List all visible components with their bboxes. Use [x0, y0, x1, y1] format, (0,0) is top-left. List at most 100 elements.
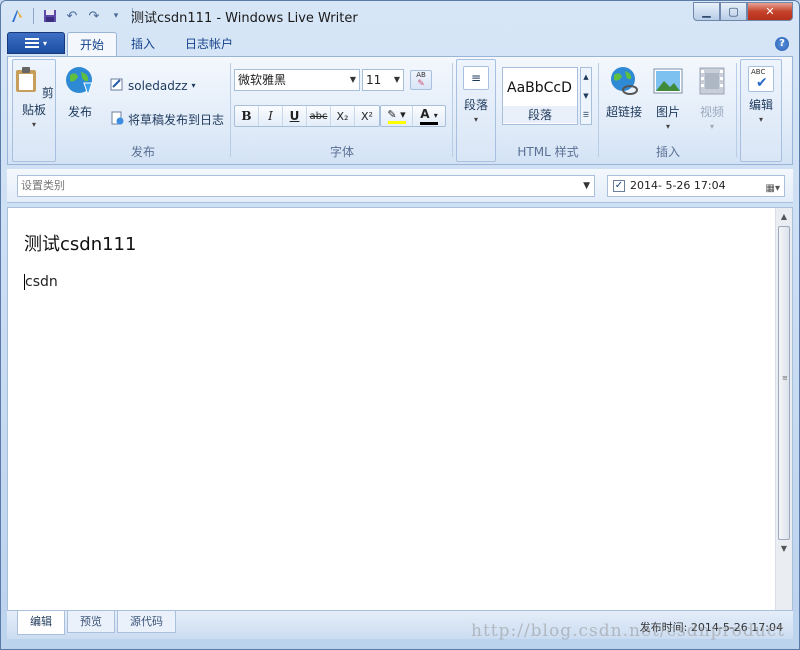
group-insert: 超链接 图片 ▾ 视频 ▾ 插入 [602, 59, 734, 162]
publish-group-label: 发布 [130, 145, 155, 159]
undo-icon[interactable]: ↶ [62, 6, 82, 26]
app-logo-icon [7, 6, 27, 26]
font-group-label: 字体 [329, 145, 354, 159]
post-draft-button[interactable]: 将草稿发布到日志 [110, 111, 224, 128]
clear-formatting-button[interactable]: AB ✎ [410, 70, 432, 90]
hyperlink-label: 超链接 [605, 105, 642, 119]
window-title: 测试csdn111 - Windows Live Writer [131, 11, 358, 26]
subscript-button[interactable]: X₂ [331, 106, 355, 126]
style-name: 段落 [503, 106, 577, 123]
watermark-text: http://blog.csdn.net/csdnproduct [471, 621, 786, 641]
group-clipboard: 剪贴板 ▾ [12, 59, 56, 162]
publish-date-picker[interactable]: ✓ 2014- 5-26 17:04 ▦▾ [607, 175, 785, 197]
title-bar: ↶ ↷ ▾ 测试csdn111 - Windows Live Writer ▁ … [1, 1, 799, 31]
toolbar-separator [33, 8, 34, 24]
chevron-down-icon: ▼ [583, 181, 590, 191]
superscript-button[interactable]: X² [355, 106, 379, 126]
clear-formatting-icon: AB [416, 71, 426, 79]
picture-button[interactable]: 图片 ▾ [648, 65, 688, 131]
redo-icon[interactable]: ↷ [84, 6, 104, 26]
group-publish: 发布 soledadzz ▾ 将草稿发布到日志 发布 [58, 59, 228, 162]
blog-account-dropdown[interactable]: soledadzz ▾ [110, 77, 196, 94]
chevron-down-icon: ▾ [42, 38, 47, 48]
html-styles-group-label: HTML 样式 [517, 145, 579, 159]
customize-toolbar-icon[interactable]: ▾ [106, 6, 126, 26]
video-button[interactable]: 视频 ▾ [692, 65, 732, 131]
highlight-button[interactable]: ✎ ▾ [381, 106, 413, 126]
chevron-down-icon: ▾ [709, 122, 714, 131]
chevron-down-icon: ▼ [393, 75, 400, 84]
publish-date-value: 2014- 5-26 17:04 [630, 179, 726, 192]
tab-insert[interactable]: 插入 [119, 32, 167, 56]
tab-preview-view[interactable]: 预览 [67, 611, 115, 633]
scroll-down-icon[interactable]: ▼ [776, 540, 792, 557]
post-properties-bar: 设置类别 ▼ ✓ 2014- 5-26 17:04 ▦▾ [7, 169, 793, 203]
group-separator [598, 63, 599, 157]
chevron-down-icon: ▾ [758, 115, 763, 124]
editor-area[interactable]: 测试csdn111 csdn ▲ ≡ ▼ [7, 207, 793, 611]
maximize-button[interactable]: ▢ [720, 2, 747, 21]
strikethrough-button[interactable]: abc [307, 106, 331, 126]
underline-button[interactable]: U [283, 106, 307, 126]
chevron-down-icon: ▾ [31, 120, 36, 129]
style-preview: AaBbCcD [507, 80, 572, 96]
save-icon[interactable] [40, 6, 60, 26]
clipboard-icon [16, 67, 37, 92]
spellcheck-icon: ABC ✔ [748, 66, 774, 92]
tab-home[interactable]: 开始 [67, 32, 118, 56]
group-separator [736, 63, 737, 157]
scrollbar-thumb[interactable]: ≡ [778, 226, 790, 540]
chevron-down-icon: ▾ [191, 81, 196, 90]
help-icon[interactable]: ? [775, 37, 789, 51]
minimize-button[interactable]: ▁ [693, 2, 720, 21]
font-color-button[interactable]: A ▾ [413, 106, 445, 126]
gallery-down-icon[interactable]: ▼ [581, 87, 591, 106]
group-html-styles: AaBbCcD 段落 ▲ ▼ ☰ HTML 样式 [500, 59, 596, 162]
blog-account-icon [110, 77, 124, 94]
tab-source-view[interactable]: 源代码 [117, 611, 176, 633]
post-draft-label: 将草稿发布到日志 [128, 113, 225, 127]
edit-button[interactable]: ABC ✔ 编辑 ▾ [741, 66, 781, 124]
gallery-more-icon[interactable]: ☰ [581, 106, 591, 125]
post-body[interactable]: csdn [24, 274, 58, 290]
picture-icon [653, 68, 683, 94]
tab-blog-account[interactable]: 日志帐户 [173, 32, 245, 56]
paragraph-button[interactable]: ≡ 段落 ▾ [457, 66, 495, 124]
hyperlink-button[interactable]: 超链接 [604, 65, 644, 120]
publish-date-checkbox[interactable]: ✓ [613, 180, 625, 192]
category-dropdown[interactable]: 设置类别 ▼ [17, 175, 595, 197]
highlighter-icon: ✎ ▾ [387, 107, 406, 121]
color-buttons: ✎ ▾ A ▾ [380, 105, 446, 127]
style-gallery-scroller[interactable]: ▲ ▼ ☰ [580, 67, 592, 125]
paragraph-label: 段落 [463, 98, 488, 112]
font-color-swatch [420, 121, 438, 125]
close-button[interactable]: ✕ [747, 2, 793, 21]
group-separator [230, 63, 231, 157]
font-size-combo[interactable]: 11 ▼ [362, 69, 404, 91]
app-menu-button[interactable]: ▾ [7, 32, 65, 54]
insert-group-label: 插入 [655, 145, 680, 159]
check-icon: ✔ [756, 75, 768, 91]
font-color-icon: A ▾ [420, 106, 438, 121]
window-controls: ▁ ▢ ✕ [693, 2, 793, 21]
paragraph-icon: ≡ [463, 66, 489, 90]
post-draft-icon [110, 111, 124, 128]
globe-link-icon [611, 67, 638, 95]
ribbon-tab-row: ▾ 开始 插入 日志帐户 ? [7, 32, 793, 56]
bold-button[interactable]: B [235, 106, 259, 126]
post-title[interactable]: 测试csdn111 [24, 230, 136, 256]
calendar-icon[interactable]: ▦▾ [766, 179, 780, 199]
video-label: 视频 [699, 105, 724, 119]
publish-button[interactable]: 发布 [62, 65, 98, 120]
clipboard-button[interactable]: 剪贴板 ▾ [13, 66, 55, 129]
picture-label: 图片 [655, 105, 680, 119]
scroll-up-icon[interactable]: ▲ [776, 208, 792, 225]
vertical-scrollbar[interactable]: ▲ ≡ ▼ [775, 208, 792, 610]
gallery-up-icon[interactable]: ▲ [581, 68, 591, 87]
group-paragraph: ≡ 段落 ▾ [456, 59, 496, 162]
italic-button[interactable]: I [259, 106, 283, 126]
tab-edit-view[interactable]: 编辑 [17, 611, 65, 635]
style-gallery-item[interactable]: AaBbCcD 段落 [502, 67, 578, 125]
font-name-combo[interactable]: 微软雅黑 ▼ [234, 69, 360, 91]
group-edit: ABC ✔ 编辑 ▾ [740, 59, 782, 162]
